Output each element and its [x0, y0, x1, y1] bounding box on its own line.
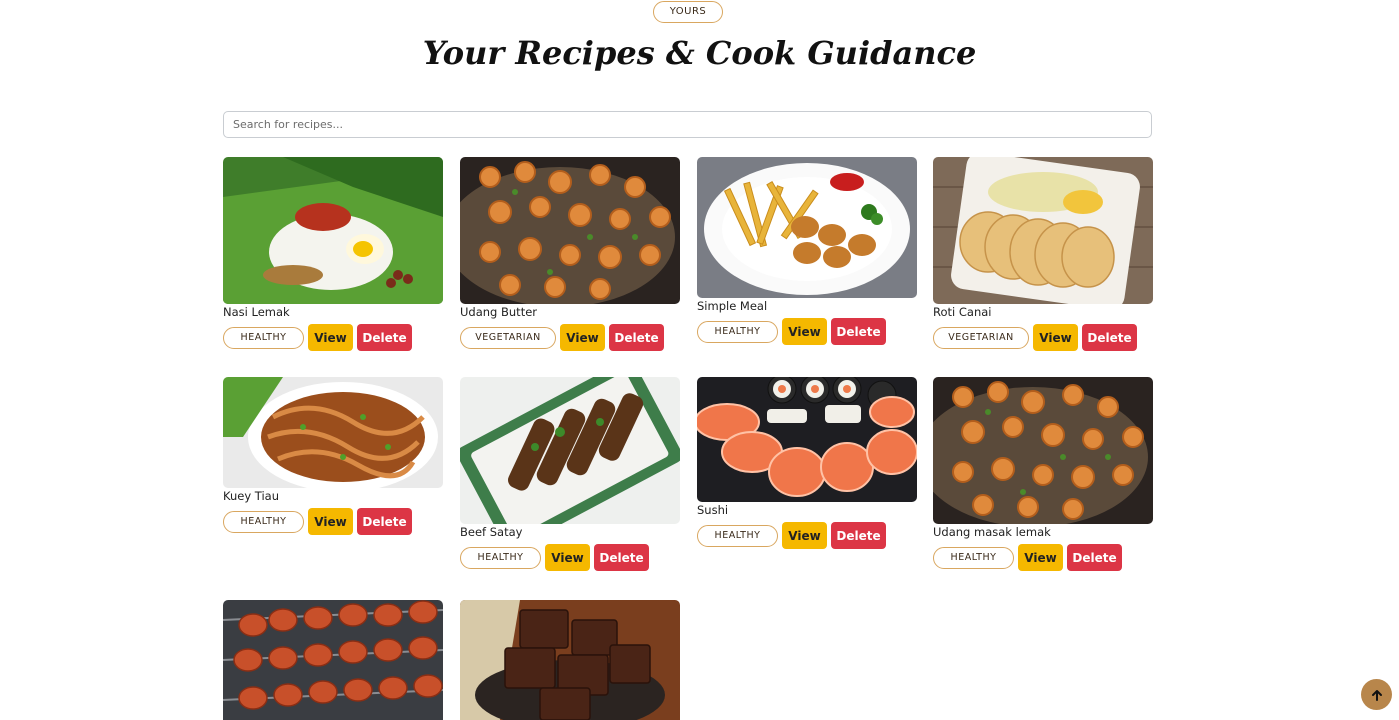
view-button[interactable]: View	[1018, 544, 1063, 571]
section-badge: YOURS	[653, 1, 723, 23]
recipe-card: Udang masak lemak HEALTHY View Delete	[933, 377, 1153, 571]
recipe-name: Beef Satay	[460, 525, 523, 539]
arrow-up-icon	[1371, 689, 1382, 701]
recipe-image[interactable]	[697, 377, 917, 502]
recipe-card: Kuey Tiau HEALTHY View Delete	[223, 377, 443, 535]
view-button[interactable]: View	[545, 544, 590, 571]
recipe-name: Roti Canai	[933, 305, 992, 319]
diet-tag: VEGETARIAN	[460, 326, 556, 349]
search-input[interactable]	[223, 111, 1152, 138]
recipe-image[interactable]	[933, 377, 1153, 524]
recipe-image[interactable]	[460, 377, 680, 524]
recipe-image[interactable]	[460, 157, 680, 304]
diet-tag: VEGETARIAN	[933, 326, 1029, 349]
recipe-image[interactable]	[697, 157, 917, 298]
recipe-image[interactable]	[223, 157, 443, 304]
view-button[interactable]: View	[782, 318, 827, 345]
recipe-card: Roti Canai VEGETARIAN View Delete	[933, 157, 1153, 351]
view-button[interactable]: View	[782, 522, 827, 549]
view-button[interactable]: View	[560, 324, 605, 351]
recipe-name: Simple Meal	[697, 299, 768, 313]
recipe-image[interactable]	[933, 157, 1153, 304]
diet-tag: HEALTHY	[697, 320, 778, 343]
diet-tag: HEALTHY	[697, 524, 778, 547]
scroll-top-button[interactable]	[1361, 679, 1392, 710]
view-button[interactable]: View	[1033, 324, 1078, 351]
recipe-name: Sushi	[697, 503, 729, 517]
delete-button[interactable]: Delete	[831, 522, 886, 549]
recipe-name: Kuey Tiau	[223, 489, 279, 503]
recipe-card	[460, 600, 680, 720]
recipe-image[interactable]	[223, 377, 443, 488]
recipe-card: Nasi Lemak HEALTHY View Delete	[223, 157, 443, 351]
page-title: Your Recipes & Cook Guidance	[422, 34, 977, 72]
delete-button[interactable]: Delete	[357, 508, 412, 535]
delete-button[interactable]: Delete	[1082, 324, 1137, 351]
view-button[interactable]: View	[308, 508, 353, 535]
recipe-name: Udang Butter	[460, 305, 538, 319]
recipe-card: Beef Satay HEALTHY View Delete	[460, 377, 680, 571]
diet-tag: HEALTHY	[223, 326, 304, 349]
recipe-card: Sushi HEALTHY View Delete	[697, 377, 917, 549]
delete-button[interactable]: Delete	[609, 324, 664, 351]
delete-button[interactable]: Delete	[831, 318, 886, 345]
recipe-card: Simple Meal HEALTHY View Delete	[697, 157, 917, 345]
recipe-name: Udang masak lemak	[933, 525, 1051, 539]
delete-button[interactable]: Delete	[1067, 544, 1122, 571]
diet-tag: HEALTHY	[223, 510, 304, 533]
recipe-image[interactable]	[460, 600, 680, 720]
diet-tag: HEALTHY	[933, 546, 1014, 569]
recipe-image[interactable]	[223, 600, 443, 720]
recipe-card: Udang Butter VEGETARIAN View Delete	[460, 157, 680, 351]
diet-tag: HEALTHY	[460, 546, 541, 569]
delete-button[interactable]: Delete	[357, 324, 412, 351]
delete-button[interactable]: Delete	[594, 544, 649, 571]
recipe-card	[223, 600, 443, 720]
view-button[interactable]: View	[308, 324, 353, 351]
recipe-name: Nasi Lemak	[223, 305, 290, 319]
